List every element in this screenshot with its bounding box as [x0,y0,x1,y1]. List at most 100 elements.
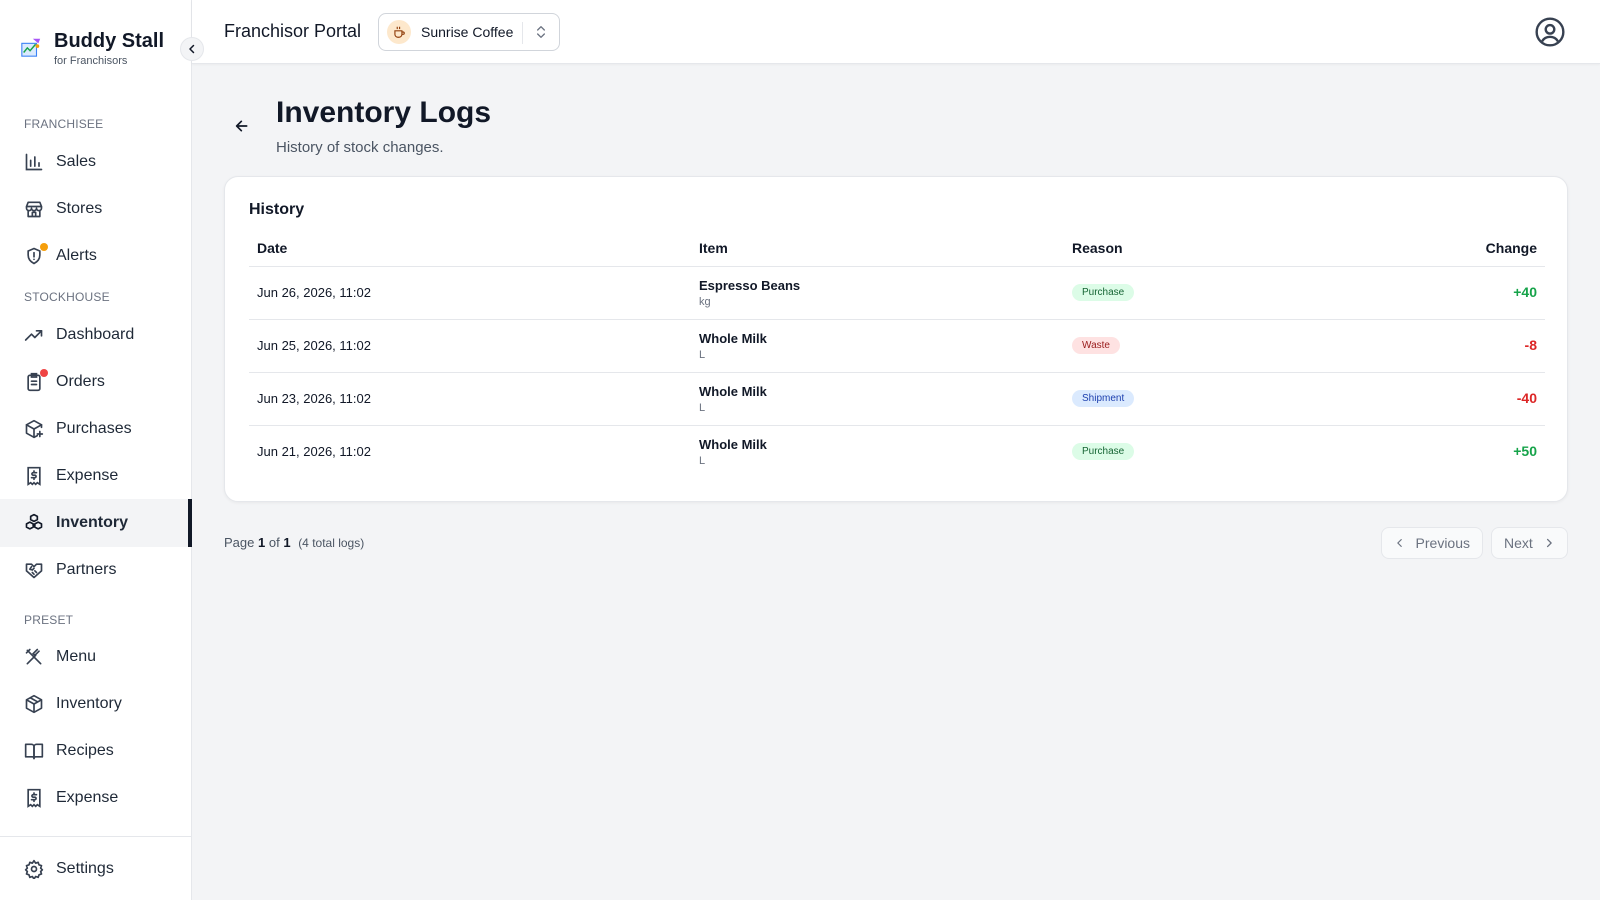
store-icon [24,199,44,219]
store-avatar [387,20,411,44]
book-open-icon [24,741,44,761]
store-switcher-divider [522,22,523,44]
item-name: Whole Milk [699,331,767,346]
sidebar-item-label: Expense [56,789,119,806]
sidebar-item-expense[interactable]: Expense [0,452,192,500]
row-date: Jun 26, 2026, 11:02 [257,285,371,300]
sidebar-item-inventory-preset[interactable]: Inventory [0,680,192,728]
sidebar-item-sales[interactable]: Sales [0,138,192,186]
item-unit: kg [699,296,711,308]
previous-label: Previous [1415,535,1470,551]
chevron-left-icon [189,44,195,54]
row-date: Jun 25, 2026, 11:02 [257,338,371,353]
gear-icon [24,859,44,879]
sidebar-item-stores[interactable]: Stores [0,185,192,233]
sidebar-divider [0,836,192,837]
coffee-cup-icon [394,26,405,38]
alerts-notification-dot [40,243,48,251]
sidebar-item-label: Sales [56,153,97,170]
page-title: Inventory Logs [276,96,492,129]
sidebar-item-expense-preset[interactable]: Expense [0,774,192,822]
item-name: Espresso Beans [699,278,801,293]
previous-page-button[interactable]: Previous [1381,527,1483,559]
alert-shield-icon [24,243,48,266]
handshake-icon [24,560,44,580]
table-row[interactable]: Jun 25, 2026, 11:02 Whole Milk L Waste -… [249,320,1545,373]
receipt-dollar-icon [24,788,44,808]
receipt-dollar-icon [24,466,44,486]
store-switcher[interactable]: Sunrise Coffee [378,13,560,51]
row-date: Jun 23, 2026, 11:02 [257,391,371,406]
sidebar-item-inventory-stockhouse[interactable]: Inventory [0,499,192,547]
item-unit: L [699,455,706,467]
brand[interactable]: Buddy Stall for Franchisors [20,28,164,68]
total-pages: 1 [283,535,291,550]
item-name: Whole Milk [699,437,767,452]
arrow-left-icon [235,120,248,132]
chevron-right-icon [1546,538,1552,548]
utensils-crossed-icon [24,647,44,667]
user-account-icon[interactable] [1534,16,1566,48]
row-item: Whole Milk L [699,383,767,416]
boxes-icon [24,513,44,533]
chevrons-up-down-icon [537,26,545,38]
sidebar-item-menu[interactable]: Menu [0,633,192,681]
column-header-item[interactable]: Item [699,240,728,256]
card-title: History [249,201,305,218]
column-header-reason[interactable]: Reason [1072,240,1123,256]
history-table: Date Item Reason Change Jun 26, 2026, 11… [249,229,1545,479]
row-date: Jun 21, 2026, 11:02 [257,444,371,459]
history-card: History Date Item Reason Change Jun 26, … [224,176,1568,502]
table-row[interactable]: Jun 21, 2026, 11:02 Whole Milk L Purchas… [249,426,1545,479]
sidebar-item-recipes[interactable]: Recipes [0,727,192,775]
sidebar-item-label: Dashboard [56,326,135,343]
row-change: +50 [1513,443,1537,459]
sidebar-item-label: Alerts [56,247,97,264]
back-button[interactable] [232,116,252,136]
row-change: -40 [1516,390,1537,406]
sidebar-item-label: Settings [56,860,114,877]
table-header: Date Item Reason Change [249,229,1545,267]
section-label-preset: PRESET [24,613,74,627]
pagination-info: Page 1 of 1 (4 total logs) [224,535,364,550]
package-plus-icon [24,419,44,439]
reason-badge: Waste [1072,337,1120,354]
page-subtitle: History of stock changes. [276,139,444,156]
sidebar-item-partners[interactable]: Partners [0,546,192,594]
page-of: of [268,535,280,550]
section-label-stockhouse: STOCKHOUSE [24,290,110,304]
brand-subtitle: for Franchisors [54,55,128,67]
sidebar-item-label: Expense [56,467,119,484]
package-icon [24,694,44,714]
sidebar-item-orders[interactable]: Orders [0,358,192,406]
portal-title: Franchisor Portal [224,21,362,41]
sidebar-item-label: Orders [56,373,105,390]
sidebar-item-alerts[interactable]: Alerts [0,232,192,280]
sidebar-item-label: Inventory [56,695,122,712]
sidebar-item-label: Recipes [56,742,114,759]
chevron-left-icon [1397,539,1402,547]
sidebar-item-label: Menu [56,648,97,665]
trending-up-icon [24,325,44,345]
brand-logo-icon [21,38,41,57]
table-row[interactable]: Jun 23, 2026, 11:02 Whole Milk L Shipmen… [249,373,1545,426]
reason-badge: Purchase [1072,284,1135,301]
row-change: +40 [1513,284,1537,300]
row-change: -8 [1524,337,1537,353]
column-header-change[interactable]: Change [1486,240,1537,256]
column-header-date[interactable]: Date [257,240,287,256]
row-item: Whole Milk L [699,436,767,469]
sidebar-item-settings[interactable]: Settings [0,845,192,893]
item-unit: L [699,402,706,414]
table-row[interactable]: Jun 26, 2026, 11:02 Espresso Beans kg Pu… [249,267,1545,320]
sidebar-item-purchases[interactable]: Purchases [0,405,192,453]
sidebar-item-dashboard[interactable]: Dashboard [0,311,192,359]
next-label: Next [1504,535,1533,551]
row-item: Whole Milk L [699,330,767,363]
top-header: Franchisor Portal Sunrise Coffee [192,0,1600,64]
sidebar-item-label: Inventory [56,514,129,531]
next-page-button[interactable]: Next [1491,527,1568,559]
sidebar: Buddy Stall for Franchisors FRANCHISEE S… [0,0,192,900]
total-logs: (4 total logs) [298,536,365,550]
sidebar-collapse-button[interactable] [180,37,204,61]
